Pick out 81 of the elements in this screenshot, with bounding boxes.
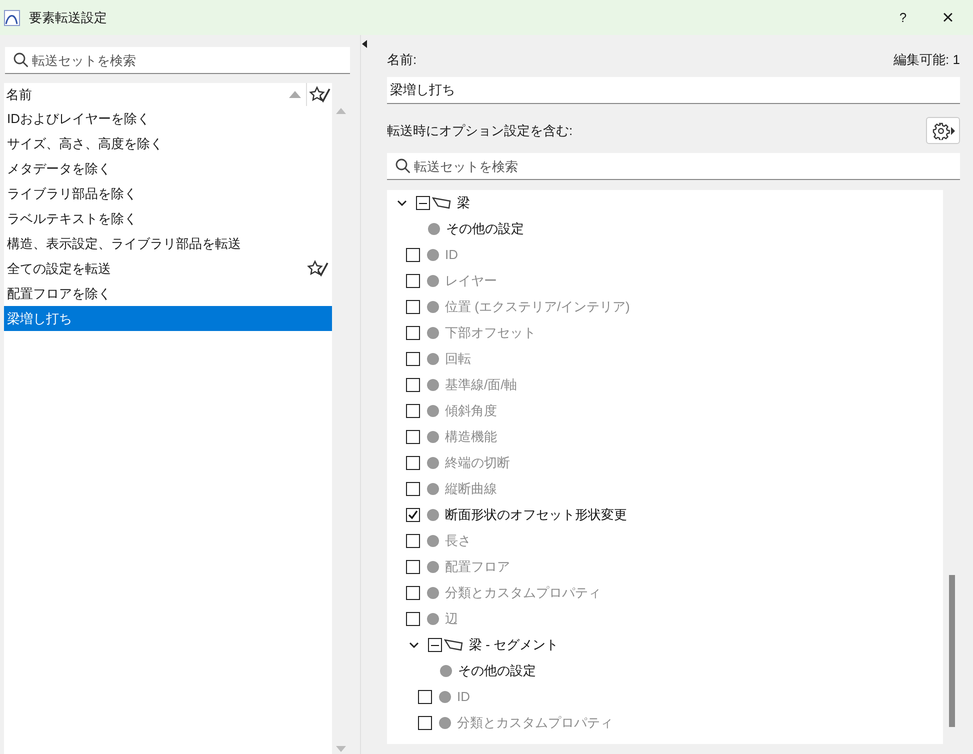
transfer-set-label: ラベルテキストを除く (7, 210, 138, 228)
checkbox[interactable] (406, 534, 420, 548)
transfer-set-item[interactable]: 梁増し打ち (4, 306, 332, 331)
transfer-set-item[interactable]: 構造、表示設定、ライブラリ部品を転送 (4, 231, 332, 256)
option-label: ID (445, 246, 458, 264)
option-label: 分類とカスタムプロパティ (457, 714, 613, 732)
collapse-arrow-icon[interactable] (362, 40, 367, 48)
close-button[interactable]: × (923, 0, 973, 35)
checkbox[interactable] (416, 196, 430, 210)
gear-icon (932, 122, 950, 140)
checkbox[interactable] (418, 716, 432, 730)
option-label: 構造機能 (445, 428, 497, 446)
checkbox[interactable] (406, 274, 420, 288)
checkbox[interactable] (406, 352, 420, 366)
search-icon (13, 52, 29, 68)
option-label: 回転 (445, 350, 471, 368)
checkbox[interactable] (406, 326, 420, 340)
checkbox[interactable] (406, 560, 420, 574)
group-label: 梁 - セグメント (469, 636, 559, 654)
transfer-set-item[interactable]: 全ての設定を転送 (4, 256, 332, 281)
transfer-set-label: ライブラリ部品を除く (7, 184, 138, 203)
option-label: その他の設定 (458, 662, 536, 680)
search-field[interactable]: 転送セットを検索 (5, 47, 350, 74)
checkbox[interactable] (406, 612, 420, 626)
column-header[interactable]: 名前 (4, 83, 332, 106)
option-label: 位置 (エクステリア/インテリア) (445, 298, 630, 316)
checkbox[interactable] (406, 586, 420, 600)
checkbox[interactable] (406, 430, 420, 444)
option-label: 傾斜角度 (445, 402, 497, 420)
transfer-set-item[interactable]: ライブラリ部品を除く (4, 181, 332, 206)
caret-icon (950, 126, 954, 134)
checkbox[interactable] (406, 300, 420, 314)
option-label: 断面形状のオフセット形状変更 (445, 506, 627, 524)
transfer-set-item[interactable]: IDおよびレイヤーを除く (4, 106, 332, 131)
checkbox[interactable] (406, 248, 420, 262)
option-label: 終端の切断 (445, 454, 510, 472)
name-field[interactable]: 梁増し打ち (387, 77, 960, 104)
transfer-set-label: IDおよびレイヤーを除く (7, 110, 151, 128)
checkbox[interactable] (406, 378, 420, 392)
transfer-set-label: サイズ、高さ、高度を除く (7, 134, 164, 153)
group-label: 梁 (457, 194, 470, 212)
checkbox[interactable] (418, 690, 432, 704)
window-title: 要素転送設定 (29, 8, 107, 27)
search-icon (395, 158, 411, 174)
favorite-icon (307, 260, 329, 278)
help-button[interactable]: ? (883, 0, 923, 35)
transfer-set-label: 梁増し打ち (7, 310, 73, 328)
option-label: 下部オフセット (445, 324, 536, 342)
checkbox[interactable] (406, 404, 420, 418)
transfer-set-item[interactable]: メタデータを除く (4, 156, 332, 181)
scrollbar-thumb[interactable] (948, 575, 954, 727)
option-label: ID (457, 688, 470, 706)
options-label: 転送時にオプション設定を含む: (387, 122, 573, 140)
option-label: 辺 (445, 610, 458, 628)
app-icon (4, 10, 20, 26)
sort-arrow-icon (289, 91, 301, 98)
option-label: 分類とカスタムプロパティ (445, 584, 601, 602)
checkbox[interactable] (406, 482, 420, 496)
name-label: 名前: (387, 51, 417, 70)
transfer-set-item[interactable]: ラベルテキストを除く (4, 206, 332, 231)
search-field[interactable]: 転送セットを検索 (387, 153, 960, 180)
transfer-set-label: メタデータを除く (7, 160, 112, 178)
option-label: 基準線/面/軸 (445, 376, 518, 394)
option-label: レイヤー (445, 272, 497, 290)
beam-icon (432, 196, 452, 210)
transfer-set-label: 構造、表示設定、ライブラリ部品を転送 (7, 234, 242, 253)
option-label: 縦断曲線 (445, 480, 497, 498)
option-label: 長さ (445, 532, 471, 550)
transfer-set-label: 配置フロアを除く (7, 284, 112, 303)
checkbox[interactable] (406, 508, 420, 522)
settings-button[interactable] (926, 117, 960, 144)
transfer-set-label: 全ての設定を転送 (7, 260, 112, 278)
transfer-set-item[interactable]: 配置フロアを除く (4, 281, 332, 306)
editable-count: 編集可能: 1 (894, 51, 960, 70)
option-label: 配置フロア (445, 558, 510, 576)
column-title: 名前 (6, 86, 33, 104)
checkbox[interactable] (406, 456, 420, 470)
option-label: その他の設定 (446, 220, 524, 238)
beam-icon (444, 638, 464, 652)
transfer-set-item[interactable]: サイズ、高さ、高度を除く (4, 131, 332, 156)
checkbox[interactable] (428, 638, 442, 652)
